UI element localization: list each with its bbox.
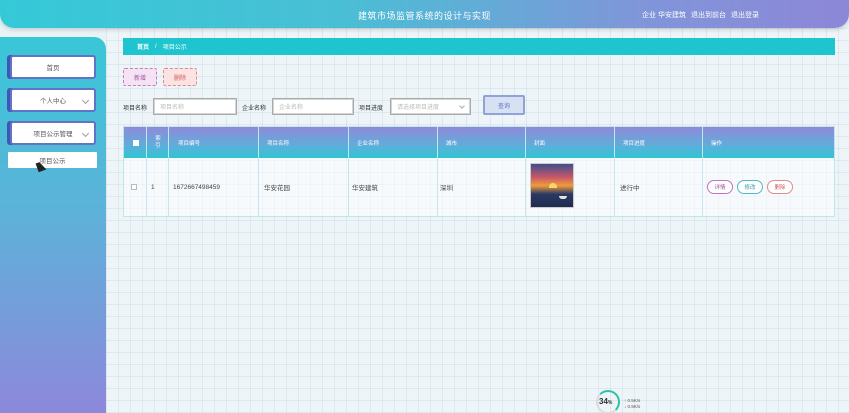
company-name-label: 企业名称 <box>242 106 267 112</box>
network-speed-widget: 34% <box>596 390 622 413</box>
chevron-down-icon <box>459 103 465 109</box>
header-cover: 封面 <box>534 140 546 147</box>
add-button[interactable]: 新增 <box>123 68 157 86</box>
query-button[interactable]: 查询 <box>483 95 525 115</box>
main-background <box>106 28 849 413</box>
cell-city: 深圳 <box>440 185 453 192</box>
exit-console-link[interactable]: 退出到前台 <box>691 10 726 20</box>
company-label: 企业 华安建筑 <box>642 12 686 19</box>
progress-placeholder: 请选择项目进度 <box>397 105 440 111</box>
sidebar-item-label: 个人中心 <box>40 98 66 105</box>
percent-value: 34 <box>599 397 608 406</box>
percent-unit: % <box>607 400 613 406</box>
breadcrumb-home[interactable]: 首页 <box>137 42 149 51</box>
network-speeds: ↑ 0.5K/s ↓ 0.9K/s <box>624 398 640 410</box>
sidebar-item-label: 项目公示管理 <box>33 131 73 138</box>
chevron-down-icon <box>81 96 90 105</box>
row-checkbox[interactable] <box>131 158 137 216</box>
column-divider <box>146 127 147 216</box>
column-divider <box>168 127 169 216</box>
company-name-input[interactable]: 企业名称 <box>272 98 354 115</box>
top-header: 建筑市场监管系统的设计与实现 企业 华安建筑 退出到前台 退出登录 <box>0 0 849 28</box>
project-name-label: 项目名称 <box>123 106 148 112</box>
breadcrumb-separator: / <box>155 43 157 50</box>
column-divider <box>348 127 349 216</box>
sidebar-item-project-publicity[interactable]: 项目公示管理 <box>10 121 96 145</box>
percent-readout: 34% <box>599 397 612 406</box>
progress-label: 项目进度 <box>359 106 384 112</box>
header-company-name: 企业名称 <box>357 140 380 147</box>
cell-project-name: 华安花园 <box>264 185 290 192</box>
column-divider <box>525 127 526 216</box>
sun-shape <box>549 183 557 188</box>
logout-link[interactable]: 退出登录 <box>731 10 759 20</box>
cell-progress: 进行中 <box>620 185 640 192</box>
cell-project-no: 1672667498459 <box>173 183 220 191</box>
company-name-placeholder: 企业名称 <box>279 105 304 111</box>
upload-speed-value: 0.5K/s <box>627 398 641 403</box>
download-speed-value: 0.9K/s <box>627 404 641 409</box>
boat-shape <box>559 196 567 199</box>
progress-select[interactable]: 请选择项目进度 <box>390 98 471 115</box>
sidebar-item-profile[interactable]: 个人中心 <box>10 88 96 112</box>
header-operation: 操作 <box>711 140 723 147</box>
cover-image[interactable] <box>530 163 574 208</box>
header-project-no: 项目编号 <box>178 140 201 147</box>
project-table: 索引 项目编号 项目名称 企业名称 城市 封面 项目进度 操作 1 167266… <box>123 126 835 217</box>
sidebar-item-home[interactable]: 首页 <box>10 55 96 79</box>
sidebar-item-label: 首页 <box>46 65 60 72</box>
column-divider <box>702 127 703 216</box>
sidebar: 首页 个人中心 项目公示管理 项目公示 <box>0 37 106 413</box>
checkbox-icon <box>131 184 137 190</box>
header-project-name: 项目名称 <box>267 140 290 147</box>
cell-index: 1 <box>151 183 155 191</box>
delete-button[interactable]: 删除 <box>163 68 197 86</box>
cell-company-name: 华安建筑 <box>352 185 378 192</box>
edit-button[interactable]: 修改 <box>737 180 763 194</box>
header-index: 索引 <box>155 135 161 149</box>
checkbox-icon <box>133 139 139 146</box>
column-divider <box>437 127 438 216</box>
breadcrumb-current: 项目公示 <box>162 45 187 51</box>
detail-button[interactable]: 详情 <box>707 180 733 194</box>
download-speed: ↓ 0.9K/s <box>624 404 641 409</box>
header-city: 城市 <box>446 140 458 147</box>
chevron-down-icon <box>81 129 90 138</box>
row-delete-button[interactable]: 删除 <box>767 180 793 194</box>
column-divider <box>258 127 259 216</box>
table-header <box>124 127 834 158</box>
select-all-checkbox[interactable] <box>133 127 139 158</box>
breadcrumb: 首页 / 项目公示 <box>123 38 835 55</box>
project-name-input[interactable]: 项目名称 <box>153 98 237 115</box>
project-name-placeholder: 项目名称 <box>160 105 185 111</box>
header-progress: 项目进度 <box>623 140 646 147</box>
header-user-links: 企业 华安建筑 退出到前台 退出登录 <box>642 10 759 20</box>
sidebar-subitem-project-publicity[interactable]: 项目公示 <box>8 152 97 168</box>
column-divider <box>614 127 615 216</box>
